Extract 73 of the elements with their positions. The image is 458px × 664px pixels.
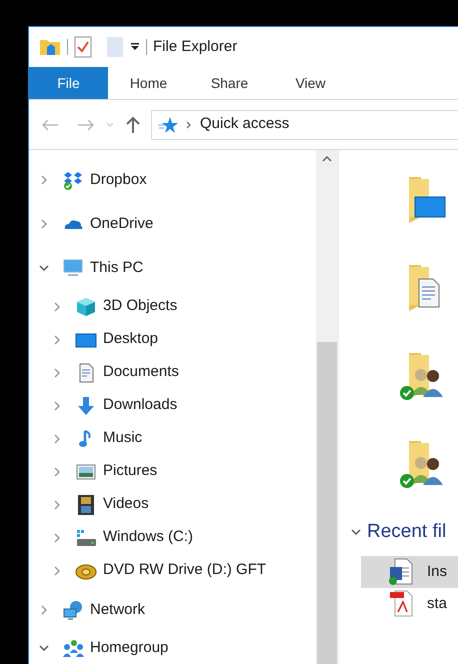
nav-item-label: 3D Objects [103,296,178,316]
nav-tree-item[interactable]: Desktop [29,323,316,356]
ribbon-tab[interactable]: View [270,67,351,99]
nav-item-label: Videos [103,494,149,514]
nav-item-label: OneDrive [90,214,154,234]
nav-item-label: Desktop [103,329,158,350]
nav-tree-item[interactable]: Music [29,422,316,455]
address-path: Quick access [200,114,290,134]
file-name: sta [427,594,448,614]
dropbox-icon [62,169,84,191]
nav-tree-item[interactable]: OneDrive [29,202,316,246]
nav-tree-item[interactable]: Downloads [29,389,316,422]
down-arrow-icon [75,394,97,416]
nav-item-label: Music [103,428,142,448]
properties-icon[interactable] [74,36,92,58]
people-icon [62,637,84,659]
dropdown-icon[interactable] [130,42,140,52]
recent-file-row[interactable]: sta [361,588,458,620]
scrollbar-thumb[interactable] [317,342,337,664]
nav-item-label: Dropbox [90,170,147,190]
monitor-icon [62,257,84,279]
chevron-down-icon[interactable] [39,263,49,273]
chevron-right-icon[interactable] [39,605,49,615]
cube-icon [75,296,97,318]
nav-item-label: Windows (C:) [103,527,194,548]
section-header[interactable]: Recent fil [367,518,446,546]
nav-tree-item[interactable]: Windows (C:) [29,521,316,554]
window-title: File Explorer [153,36,238,57]
chevron-right-icon[interactable] [52,566,62,576]
chevron-right-icon[interactable] [39,175,49,185]
chevron-right-icon[interactable] [39,219,49,229]
nav-item-label: Homegroup [90,638,168,658]
nav-tree-item[interactable]: This PC [29,246,316,290]
nav-tree-item[interactable]: Pictures [29,455,316,488]
nav-tree-item[interactable]: Network [29,591,316,629]
ribbon-tab[interactable]: File [29,67,108,99]
star-icon [158,116,178,134]
recent-file-row[interactable]: Ins [361,556,458,588]
chevron-right-icon[interactable] [52,302,62,312]
film-strip-icon [75,494,97,516]
nav-tree-item[interactable]: Videos [29,488,316,521]
file-name: Ins [427,562,448,582]
network-icon [62,599,84,621]
chevron-down-icon[interactable] [351,527,361,537]
nav-tree-item[interactable]: Dropbox [29,158,316,202]
nav-item-label: DVD RW Drive (D:) GFT [103,560,266,580]
chevron-right-icon[interactable] [52,466,62,476]
word-document-icon [389,558,413,586]
nav-item-label: Documents [103,362,179,382]
ribbon-tab[interactable]: Home [108,67,189,99]
chevron-right-icon[interactable] [52,368,62,378]
nav-item-label: Pictures [103,461,158,482]
chevron-right-icon[interactable] [52,334,62,344]
chevron-right-icon [186,120,192,128]
chevron-right-icon[interactable] [52,434,62,444]
nav-tree-item[interactable]: DVD RW Drive (D:) GFT [29,554,316,587]
scrollbar-track[interactable] [316,150,338,664]
chevron-down-icon[interactable] [39,643,49,653]
ribbon-tab[interactable]: Share [189,67,270,99]
chevron-right-icon[interactable] [52,400,62,410]
nav-tree-item[interactable]: Documents [29,356,316,389]
pdf-document-icon [389,590,413,618]
nav-tree-item[interactable]: Homegroup [29,629,316,664]
chevron-right-icon[interactable] [52,500,62,510]
nav-item-label: Network [90,600,146,620]
chevron-right-icon[interactable] [52,532,62,542]
nav-item-label: Downloads [103,395,178,416]
nav-tree-item[interactable]: 3D Objects [29,290,316,323]
back-arrow-icon[interactable] [41,118,59,132]
forward-arrow-icon[interactable] [77,118,95,132]
address-bar[interactable]: Quick access [151,110,458,140]
up-arrow-icon[interactable] [125,116,141,134]
nav-item-label: This PC [90,258,144,278]
